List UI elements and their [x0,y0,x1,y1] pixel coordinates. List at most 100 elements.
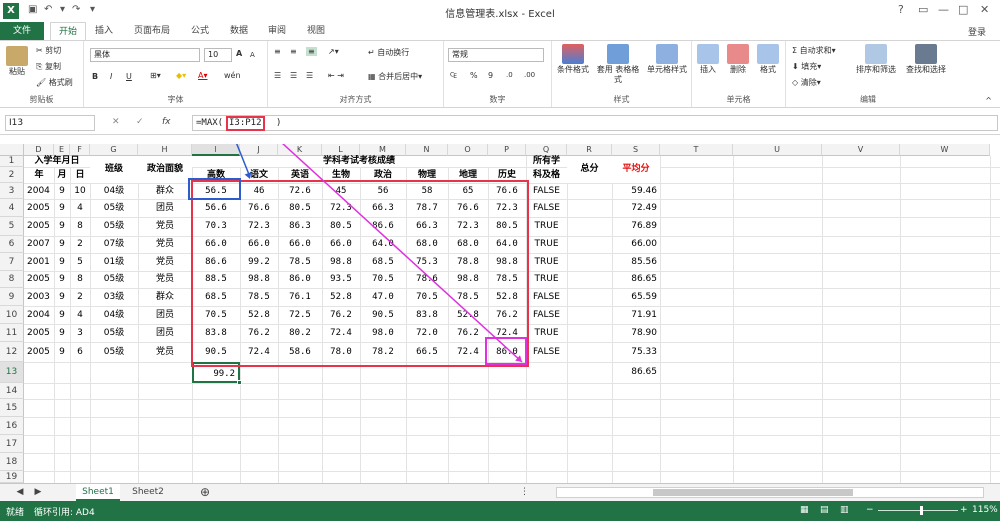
table-cell[interactable]: 5 [70,253,90,271]
fill-color-icon[interactable]: ◆▾ [176,71,186,80]
table-cell[interactable]: 2005 [24,342,54,362]
table-cell[interactable]: 98.0 [360,324,406,342]
table-cell[interactable]: 群众 [138,183,192,199]
table-cell[interactable]: 80.5 [278,199,322,217]
row-header-5[interactable]: 5 [0,217,24,236]
table-cell[interactable]: 65 [448,183,488,199]
decrease-decimal-icon[interactable]: .00 [524,71,535,79]
column-header-m[interactable]: M [360,144,406,156]
column-header-r[interactable]: R [567,144,612,156]
underline-button[interactable]: U [126,72,132,81]
table-cell[interactable]: 76.2 [448,324,488,342]
table-cell[interactable]: 6 [70,342,90,362]
insert-cells-button[interactable]: 插入 [694,44,722,75]
orientation-icon[interactable]: ↗▾ [328,47,339,56]
table-cell[interactable]: 83.8 [406,306,448,324]
table-cell[interactable]: 72.4 [322,324,360,342]
align-bottom-icon[interactable]: ≡ [306,47,317,56]
column-header-e[interactable]: E [54,144,70,156]
table-cell[interactable]: 05级 [90,199,138,217]
table-cell[interactable]: 52.8 [240,306,278,324]
table-cell[interactable]: 72.3 [448,217,488,236]
column-header-q[interactable]: Q [526,144,567,156]
font-name-select[interactable]: 黑体 [90,48,200,62]
cell-styles-button[interactable]: 单元格样式 [642,44,692,75]
table-cell[interactable]: 70.5 [360,271,406,288]
table-cell[interactable]: 07级 [90,236,138,253]
table-cell[interactable]: 72.4 [240,342,278,362]
row-header-19[interactable]: 19 [0,471,24,483]
table-cell[interactable]: 78.5 [448,288,488,306]
table-cell[interactable]: 05级 [90,217,138,236]
find-select-button[interactable]: 查找和选择 [902,44,950,75]
table-cell[interactable]: 66.0 [322,236,360,253]
table-cell[interactable]: 团员 [138,306,192,324]
table-cell[interactable]: 78.7 [406,199,448,217]
table-cell[interactable]: 团员 [138,199,192,217]
tab-insert[interactable]: 插入 [95,22,113,40]
enter-icon[interactable]: ✓ [136,117,144,127]
table-cell[interactable]: 90.5 [192,342,240,362]
row-header-11[interactable]: 11 [0,324,24,342]
column-header-d[interactable]: D [24,144,54,156]
tab-home[interactable]: 开始 [50,22,86,40]
table-cell[interactable]: 2004 [24,306,54,324]
column-header-t[interactable]: T [660,144,733,156]
sheet-tab-sheet2[interactable]: Sheet2 [126,484,170,501]
table-cell[interactable]: 2005 [24,324,54,342]
table-cell[interactable]: TRUE [526,271,567,288]
indent-icon[interactable]: ⇤ ⇥ [328,71,344,80]
row-header-13[interactable]: 13 [0,362,24,383]
table-cell[interactable]: 04级 [90,183,138,199]
merge-center-button[interactable]: ▦ 合并后居中▾ [368,71,422,82]
worksheet-grid[interactable]: D E F G H I J K L M N O P Q R S T U V W 1 2 3 4 5 6 7 8 9 10 11 12 13 14 1… [0,144,1000,483]
bold-button[interactable]: B [92,72,98,81]
table-cell[interactable]: 3 [70,324,90,342]
number-format-select[interactable]: 常规 [448,48,544,62]
table-cell[interactable]: 98.8 [322,253,360,271]
align-top-icon[interactable]: ≡ [274,47,281,56]
table-cell[interactable]: 2 [70,288,90,306]
table-cell[interactable]: 65.59 [612,288,660,306]
fill-button[interactable]: ⬇ 填充▾ [792,61,821,72]
table-cell[interactable]: TRUE [526,217,567,236]
table-cell[interactable]: 80.2 [278,324,322,342]
table-cell[interactable]: 76.6 [448,199,488,217]
row-header-6[interactable]: 6 [0,236,24,253]
align-right-icon[interactable]: ☰ [306,71,313,80]
increase-decimal-icon[interactable]: .0 [506,71,513,79]
table-cell[interactable]: 78.0 [322,342,360,362]
cell-s13[interactable]: 86.65 [612,362,660,383]
help-icon[interactable]: ? [898,3,904,16]
table-cell[interactable]: 72.0 [406,324,448,342]
table-cell[interactable]: 72.3 [240,217,278,236]
table-cell[interactable]: 52.8 [448,306,488,324]
formula-input[interactable]: =MAX( I3:P12 ) [192,115,998,131]
table-cell[interactable]: 80.5 [322,217,360,236]
table-cell[interactable]: 9 [54,306,70,324]
table-cell[interactable]: 9 [54,253,70,271]
table-cell[interactable]: 98.8 [488,253,526,271]
column-header-i[interactable]: I [192,144,240,156]
name-box[interactable]: I13 [5,115,95,131]
table-cell[interactable]: 66.00 [612,236,660,253]
tab-review[interactable]: 审阅 [268,22,286,40]
row-header-4[interactable]: 4 [0,199,24,217]
font-color-icon[interactable]: A▾ [198,71,208,80]
table-cell[interactable]: 78.90 [612,324,660,342]
collapse-ribbon-icon[interactable]: ^ [985,96,992,105]
column-header-j[interactable]: J [240,144,278,156]
table-cell[interactable]: 72.5 [278,306,322,324]
column-header-h[interactable]: H [138,144,192,156]
column-header-w[interactable]: W [900,144,990,156]
fill-handle[interactable] [237,380,242,385]
minimize-icon[interactable]: — [938,3,949,16]
table-cell[interactable]: 68.0 [406,236,448,253]
row-header-12[interactable]: 12 [0,342,24,362]
login-link[interactable]: 登录 [968,25,986,38]
row-header-3[interactable]: 3 [0,183,24,199]
column-header-n[interactable]: N [406,144,448,156]
column-header-o[interactable]: O [448,144,488,156]
table-cell[interactable]: 52.8 [322,288,360,306]
tab-formulas[interactable]: 公式 [191,22,209,40]
